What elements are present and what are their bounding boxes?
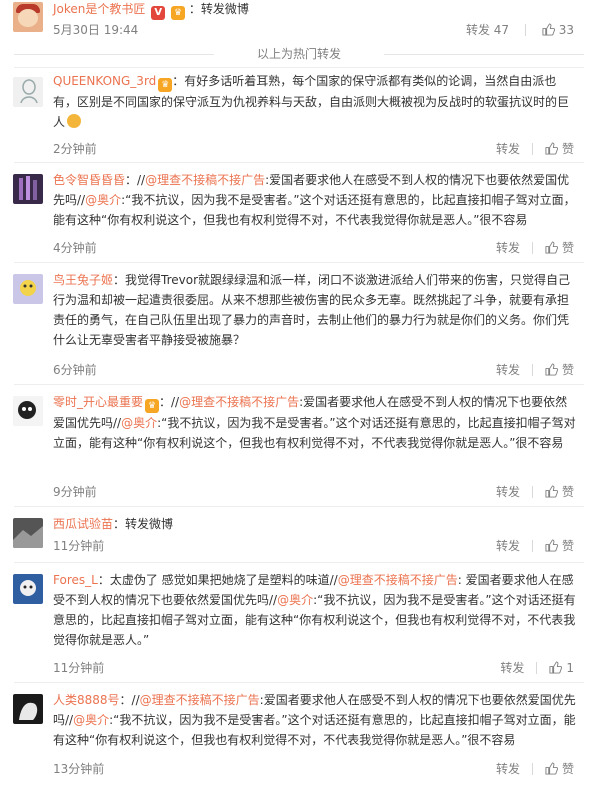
- author-name[interactable]: Joken是个教书匠: [53, 2, 145, 16]
- repost-button[interactable]: 转发: [496, 762, 520, 776]
- list-item: 鸟王兔子姬：我觉得Trevor就跟绿绿温和派一样，闭口不谈激进派给人们带来的伤害…: [0, 262, 598, 384]
- list-item: 西瓜试验苗：转发微博 11分钟前 转发 赞: [0, 506, 598, 562]
- comment-user[interactable]: 西瓜试验苗: [53, 517, 113, 531]
- mention-link[interactable]: @奥介: [277, 593, 313, 607]
- list-item: 零时_开心最重要 ♛ ：//@理查不接稿不接广告:爱国者要求他人在感受不到人权的情况…: [0, 384, 598, 506]
- like-button[interactable]: 赞: [545, 539, 574, 553]
- comment-user[interactable]: QUEENKONG_3rd: [53, 74, 156, 88]
- repost-button[interactable]: 转发: [500, 661, 524, 675]
- mention-link[interactable]: @奥介: [73, 713, 109, 727]
- user-avatar[interactable]: [13, 274, 43, 304]
- vip-icon: ♛: [158, 78, 173, 92]
- user-avatar[interactable]: [13, 77, 43, 107]
- original-post-header: Joken是个教书匠 V ♛ ：转发微博 5月30日 19:44 转发 47 3…: [0, 0, 598, 42]
- mention-link[interactable]: @理查不接稿不接广告: [338, 573, 458, 587]
- user-avatar[interactable]: [13, 174, 43, 204]
- like-button[interactable]: 赞: [545, 762, 574, 776]
- thumb-up-icon: [545, 241, 558, 254]
- author-row: Joken是个教书匠 V ♛ ：转发微博: [53, 0, 249, 20]
- list-item: 色令智昏昏昏：//@理查不接稿不接广告:爱国者要求他人在感受不到人权的情况下也要…: [0, 162, 598, 262]
- like-button[interactable]: 赞: [545, 485, 574, 499]
- comment-time: 9分钟前: [53, 485, 97, 499]
- user-avatar[interactable]: [13, 2, 43, 32]
- comment-text: Fores_L：太虚伪了 感觉如果把她烧了是塑料的味道//@理查不接稿不接广告:…: [53, 573, 576, 647]
- comment-text: 西瓜试验苗：转发微博: [53, 517, 174, 531]
- repost-button[interactable]: 转发: [496, 363, 520, 377]
- list-item: 人类8888号：//@理查不接稿不接广告:爱国者要求他人在感受不到人权的情况下也…: [0, 682, 598, 790]
- comment-time: 13分钟前: [53, 762, 105, 776]
- repost-button[interactable]: 转发: [496, 142, 520, 156]
- mention-link[interactable]: @奥介: [85, 193, 121, 207]
- comment-time: 11分钟前: [53, 661, 105, 675]
- hot-repost-divider: 以上为热门转发: [14, 45, 584, 63]
- comment-text: 鸟王兔子姬：我觉得Trevor就跟绿绿温和派一样，闭口不谈激进派给人们带来的伤害…: [53, 273, 571, 347]
- thumb-up-icon: [545, 142, 558, 155]
- post-actions: 转发 47 33: [466, 21, 574, 39]
- like-button[interactable]: 赞: [545, 241, 574, 255]
- comment-time: 2分钟前: [53, 142, 97, 156]
- user-avatar[interactable]: [13, 396, 43, 426]
- comment-user[interactable]: 色令智昏昏昏: [53, 173, 125, 187]
- comment-time: 11分钟前: [53, 539, 105, 553]
- vip-icon: ♛: [145, 399, 160, 413]
- repost-button[interactable]: 转发 47: [466, 23, 509, 37]
- like-button[interactable]: 赞: [545, 142, 574, 156]
- comment-time: 4分钟前: [53, 241, 97, 255]
- comment-user[interactable]: 鸟王兔子姬: [53, 273, 113, 287]
- list-item: Fores_L：太虚伪了 感觉如果把她烧了是塑料的味道//@理查不接稿不接广告:…: [0, 562, 598, 682]
- repost-button[interactable]: 转发: [496, 241, 520, 255]
- thumb-up-icon: [549, 661, 563, 674]
- comment-text: 人类8888号：//@理查不接稿不接广告:爱国者要求他人在感受不到人权的情况下也…: [53, 693, 576, 747]
- source-text: ：转发微博: [188, 2, 249, 16]
- repost-button[interactable]: 转发: [496, 539, 520, 553]
- comment-time: 6分钟前: [53, 363, 97, 377]
- list-item: QUEENKONG_3rd ♛ ：有好多话听着耳熟，每个国家的保守派都有类似的论调，…: [0, 67, 598, 159]
- repost-button[interactable]: 转发: [496, 485, 520, 499]
- comment-user[interactable]: 零时_开心最重要: [53, 395, 143, 409]
- like-button[interactable]: 33: [542, 23, 574, 37]
- comment-text: QUEENKONG_3rd ♛ ：有好多话听着耳熟，每个国家的保守派都有类似的论调，…: [53, 74, 570, 129]
- thumb-up-icon: [545, 539, 558, 552]
- comment-user[interactable]: Fores_L: [53, 573, 98, 587]
- like-button[interactable]: 1: [549, 661, 574, 675]
- thumb-up-icon: [545, 363, 558, 376]
- verified-icon: V: [151, 6, 166, 20]
- comment-text: 零时_开心最重要 ♛ ：//@理查不接稿不接广告:爱国者要求他人在感受不到人权的情况…: [53, 395, 576, 450]
- like-button[interactable]: 赞: [545, 363, 574, 377]
- user-avatar[interactable]: [13, 518, 43, 548]
- user-avatar[interactable]: [13, 694, 43, 724]
- post-date[interactable]: 5月30日 19:44: [53, 21, 138, 39]
- thumb-up-icon: [545, 762, 558, 775]
- mention-link[interactable]: @理查不接稿不接广告: [140, 693, 260, 707]
- thumb-up-icon: [545, 485, 558, 498]
- thumb-up-icon: [542, 23, 555, 36]
- mention-link[interactable]: @理查不接稿不接广告: [179, 395, 299, 409]
- mention-link[interactable]: @奥介: [121, 416, 157, 430]
- user-avatar[interactable]: [13, 574, 43, 604]
- comment-text: 色令智昏昏昏：//@理查不接稿不接广告:爱国者要求他人在感受不到人权的情况下也要…: [53, 173, 576, 227]
- divider: [524, 24, 526, 36]
- mention-link[interactable]: @理查不接稿不接广告: [145, 173, 265, 187]
- emoji-icon: [67, 114, 82, 128]
- comment-user[interactable]: 人类8888号: [53, 693, 120, 707]
- vip-icon: ♛: [171, 6, 186, 20]
